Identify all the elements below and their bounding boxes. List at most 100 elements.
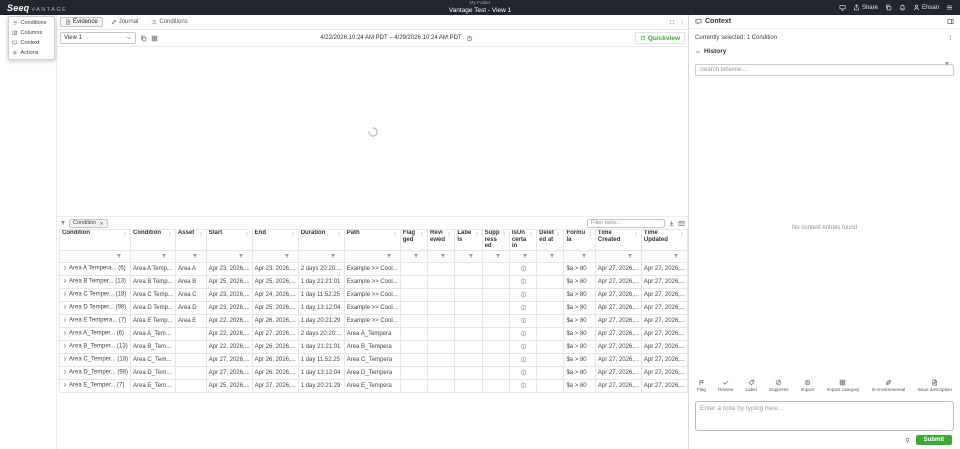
row-expand-button[interactable]	[62, 318, 68, 324]
column-filter-11[interactable]	[508, 249, 538, 263]
col-header-reviewed-8[interactable]: Reviewed	[427, 229, 456, 251]
dock-panel-button[interactable]	[947, 18, 954, 25]
tab-journal[interactable]: Journal	[106, 17, 144, 27]
cell: Area E Temp...	[130, 313, 176, 328]
view-options-button[interactable]	[679, 19, 685, 25]
row-expand-button[interactable]	[62, 305, 68, 311]
column-filter-2[interactable]	[174, 249, 207, 263]
user-menu[interactable]: Ehsan	[913, 4, 939, 11]
col-header-isuncertain-11[interactable]: IsUncertain	[508, 229, 538, 251]
column-filter-3[interactable]	[205, 249, 253, 263]
col-header-time-created-14[interactable]: Time Created	[594, 229, 642, 251]
date-range-display[interactable]: 4/22/2026 10:24 AM PDT – 4/29/2026 10:24…	[320, 35, 461, 41]
col-header-flagged-7[interactable]: Flagged	[399, 229, 429, 251]
filter-chip-condition[interactable]: Condition	[69, 218, 109, 228]
notifications-button[interactable]	[899, 4, 906, 11]
col-header-duration-5[interactable]: Duration	[297, 229, 345, 251]
remove-chip-button[interactable]	[99, 221, 104, 226]
row-expand-button[interactable]	[62, 279, 68, 285]
table-row[interactable]: Area A_Temper... (6) Area A_Tem... Apr 22,…	[58, 326, 688, 341]
trend-area[interactable]	[57, 47, 688, 217]
duplicate-view-button[interactable]	[140, 35, 147, 42]
clock-icon	[466, 35, 472, 41]
col-header-time-updated-15[interactable]: Time Updated	[640, 229, 688, 251]
quickview-button[interactable]: Quickview	[634, 32, 686, 44]
action-impact[interactable]: Impact	[801, 379, 814, 392]
selection-menu-button[interactable]	[947, 34, 954, 41]
col-header-path-6[interactable]: Path	[343, 229, 401, 251]
table-row[interactable]: Area C_Temper... (18) Area C_Tem... Apr 27…	[58, 352, 688, 367]
col-header-condition-1[interactable]: Condition	[130, 229, 176, 251]
duration-button[interactable]	[466, 35, 473, 42]
table-row[interactable]: Area B Temper... (13) Area B Temp... Area …	[58, 274, 688, 289]
maximize-button[interactable]	[669, 19, 675, 25]
action-flag[interactable]: Flag	[697, 379, 706, 392]
menu-item-columns[interactable]: Columns	[9, 28, 54, 38]
tab-evidence[interactable]: Evidence	[60, 17, 103, 27]
row-expand-button[interactable]	[62, 357, 68, 363]
copy-link-button[interactable]	[885, 4, 892, 11]
column-filter-14[interactable]	[594, 249, 642, 263]
table-row[interactable]: Area E_Temper... (7) Area E_Tem... Apr 25,…	[58, 378, 688, 393]
column-filter-7[interactable]	[399, 249, 429, 263]
row-expand-button[interactable]	[62, 331, 68, 337]
share-button[interactable]: Share	[853, 4, 878, 11]
action-label[interactable]: Label	[745, 379, 757, 392]
col-header-formula-13[interactable]: Formula	[563, 229, 596, 251]
col-header-condition-0[interactable]: Condition	[58, 229, 132, 251]
action-is-environmental[interactable]: Is environmental	[872, 379, 905, 392]
row-expand-button[interactable]	[62, 266, 68, 272]
column-filter-1[interactable]	[130, 249, 176, 263]
column-filter-10[interactable]	[481, 249, 510, 263]
present-button[interactable]	[839, 4, 846, 11]
table-row[interactable]: Area D_Temper... (98) Area D_Tem... Apr 27…	[58, 365, 688, 380]
column-filter-8[interactable]	[427, 249, 456, 263]
col-header-end-4[interactable]: End	[251, 229, 299, 251]
table-row[interactable]: Area A Tempera... (6) Area A Temp... Area …	[58, 261, 688, 276]
column-filter-9[interactable]	[454, 249, 483, 263]
table-row[interactable]: Area B_Temper... (13) Area B_Tem... Apr 22…	[58, 339, 688, 354]
action-review[interactable]: Review	[718, 379, 733, 392]
col-header-suppressed-10[interactable]: Suppressed	[481, 229, 510, 251]
column-filter-15[interactable]	[640, 249, 688, 263]
menu-item-context[interactable]: Context	[9, 38, 54, 48]
table-row[interactable]: Area C Temper... (18) Area C Temp... Area …	[58, 287, 688, 302]
col-header-start-3[interactable]: Start	[205, 229, 253, 251]
timeline-search-input[interactable]	[695, 64, 954, 76]
table-filter-input[interactable]	[587, 218, 665, 228]
column-filter-6[interactable]	[343, 249, 401, 263]
export-table-button[interactable]	[668, 220, 675, 227]
hamburger-menu-button[interactable]	[946, 4, 953, 11]
note-input[interactable]	[695, 401, 954, 431]
col-header-asset-2[interactable]: Asset	[174, 229, 207, 251]
action-issue-description[interactable]: Issue description	[918, 379, 952, 392]
tab-conditions[interactable]: Conditions	[146, 17, 192, 27]
breadcrumb[interactable]: My Folder	[0, 1, 960, 7]
view-select[interactable]: View 1	[60, 32, 136, 44]
history-section-toggle[interactable]: History	[689, 46, 960, 57]
menu-item-conditions[interactable]: Conditions	[9, 18, 54, 28]
pin-note-button[interactable]	[904, 437, 911, 444]
table-row[interactable]: Area E Tempera... (7) Area E Temp... Area …	[58, 313, 688, 328]
action-impact-category[interactable]: Impact category	[827, 379, 859, 392]
column-filter-13[interactable]	[563, 249, 596, 263]
row-expand-button[interactable]	[62, 383, 68, 389]
col-header-labels-9[interactable]: Labels	[454, 229, 483, 251]
row-expand-button[interactable]	[62, 344, 68, 350]
apps-button[interactable]	[151, 35, 158, 42]
submit-button[interactable]: Submit	[915, 435, 952, 445]
column-filter-0[interactable]	[58, 249, 132, 263]
menu-item-actions[interactable]: Actions	[9, 48, 54, 58]
column-filter-5[interactable]	[297, 249, 345, 263]
table-settings-button[interactable]	[678, 220, 685, 227]
action-suppress[interactable]: Suppress	[769, 379, 788, 392]
col-header-deleted-at-12[interactable]: Deleted at	[536, 229, 565, 251]
column-filter-12[interactable]	[536, 249, 565, 263]
cell-isuncertain	[508, 261, 538, 276]
column-filter-4[interactable]	[251, 249, 299, 263]
seeq-logo[interactable]: Seeq VANTAGE	[7, 3, 67, 13]
timeline-filter-button[interactable]	[944, 61, 950, 67]
row-expand-button[interactable]	[62, 370, 68, 376]
row-expand-button[interactable]	[62, 292, 68, 298]
table-row[interactable]: Area D Temper... (98) Area D Temp... Area …	[58, 300, 688, 315]
